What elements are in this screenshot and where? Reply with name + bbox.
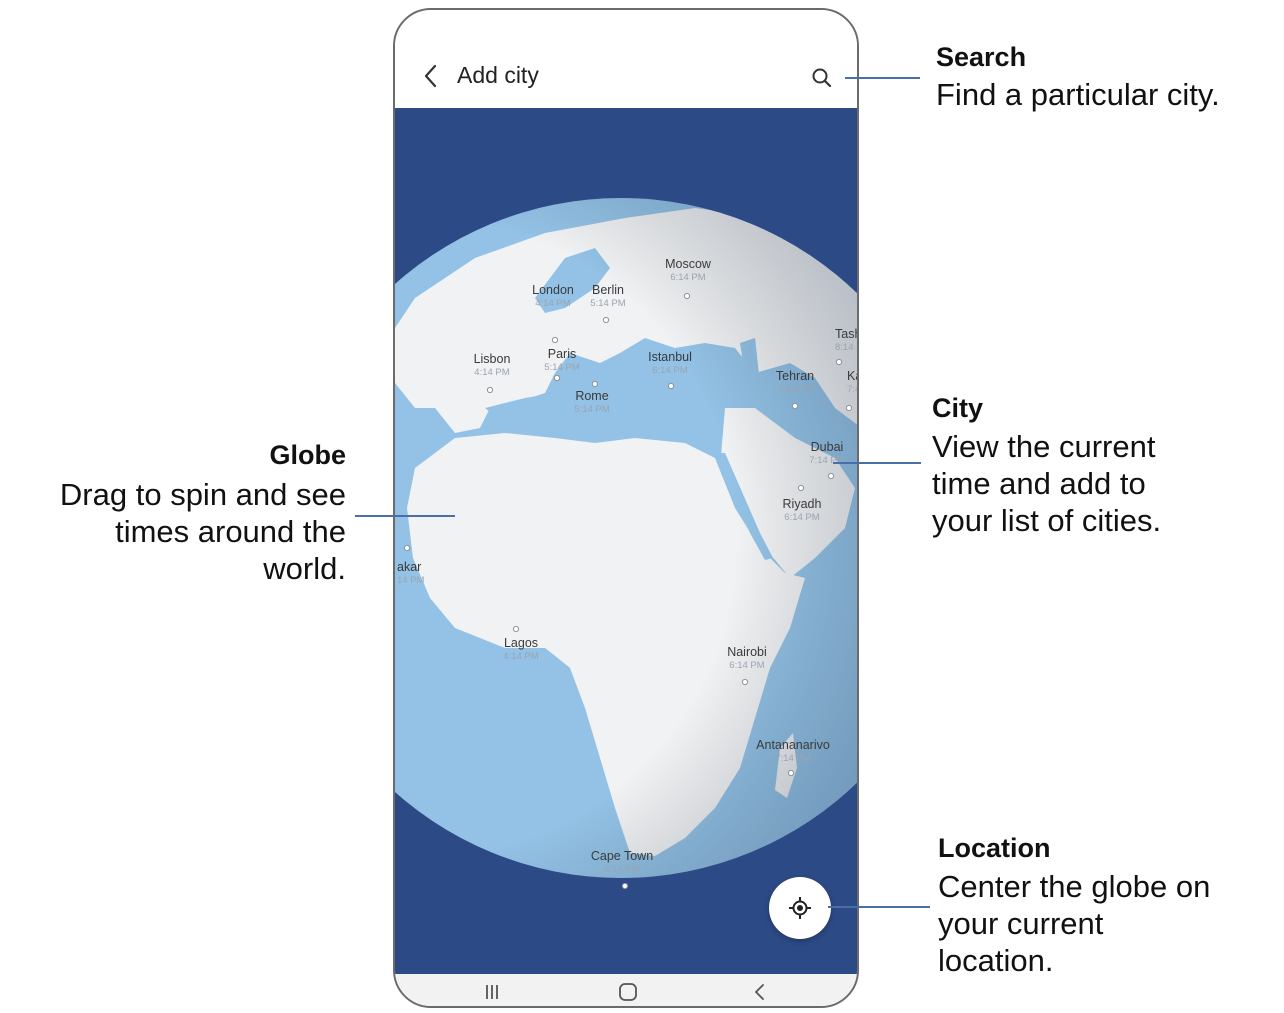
city-name: Tehran — [776, 369, 814, 383]
recents-button[interactable] — [477, 980, 507, 1004]
home-icon — [619, 983, 637, 1001]
globe-leader-line — [355, 515, 455, 517]
city-time: 6:14 PM — [652, 365, 687, 376]
city-time: 6:14 PM — [604, 864, 639, 875]
city-dot[interactable] — [797, 484, 805, 492]
city-time: 5:14 PM — [590, 298, 625, 309]
city-name: Lagos — [504, 636, 538, 650]
location-button[interactable] — [769, 877, 831, 939]
city-dot[interactable] — [403, 544, 411, 552]
page-title: Add city — [457, 62, 539, 88]
search-leader-line — [845, 77, 920, 79]
city-name: Berlin — [592, 283, 624, 297]
city-name: London — [532, 283, 574, 297]
city-callout-line: time and add to — [932, 466, 1146, 501]
city-dot[interactable] — [683, 292, 691, 300]
phone-screen: Add city Moscow 6:14 PM London 4:14 PM B… — [393, 8, 859, 1008]
globe-callout-title: Globe — [269, 440, 346, 470]
location-callout-body: Center the globe on your current locatio… — [938, 868, 1210, 979]
city-dot[interactable] — [602, 316, 610, 324]
city-time: 4:14 PM — [474, 367, 509, 378]
city-name: Cape Town — [591, 849, 653, 863]
navigation-bar — [395, 974, 857, 1006]
search-callout-title: Search — [936, 42, 1027, 72]
chevron-left-icon — [424, 64, 437, 88]
city-dot[interactable] — [551, 336, 559, 344]
city-name: Istanbul — [648, 350, 692, 364]
city-leader-line — [833, 462, 921, 464]
location-callout-line: Center the globe on — [938, 869, 1211, 904]
city-dot[interactable] — [512, 625, 520, 633]
city-dot[interactable] — [486, 386, 494, 394]
city-dot[interactable] — [621, 882, 629, 890]
back-icon — [755, 984, 764, 1000]
city-dot[interactable] — [791, 402, 799, 410]
my-location-icon — [789, 897, 811, 919]
city-dot[interactable] — [827, 472, 835, 480]
city-time: 7:44 PM — [777, 384, 812, 395]
city-dot[interactable] — [553, 374, 561, 382]
globe[interactable]: Moscow6:14 PMLondon4:14 PMBerlin5:14 PMT… — [395, 108, 857, 974]
system-back-button[interactable] — [745, 980, 775, 1004]
city-callout-line: View the current — [932, 429, 1156, 464]
city-dot[interactable] — [591, 380, 599, 388]
city-time: 8:14 PM — [835, 342, 857, 353]
city-dot[interactable] — [787, 769, 795, 777]
city-callout-body: View the current time and add to your li… — [932, 428, 1161, 539]
globe-shading — [395, 198, 857, 878]
globe-callout-body: Drag to spin and see times around the wo… — [60, 476, 346, 587]
city-name: Rome — [575, 389, 608, 403]
home-button[interactable] — [613, 980, 643, 1004]
search-callout-body: Find a particular city. — [936, 77, 1220, 112]
city-time: 7:4 — [847, 384, 857, 395]
app-bar: Add city — [395, 10, 857, 108]
city-dot[interactable] — [845, 404, 853, 412]
city-name: Lisbon — [474, 352, 511, 366]
globe-view[interactable]: Moscow 6:14 PM London 4:14 PM Berlin 5:14 PM T… — [395, 108, 857, 974]
city-time: 6:14 PM — [670, 272, 705, 283]
city-time: 4:14 PM — [535, 298, 570, 309]
city-name: Antananarivo — [756, 738, 830, 752]
city-time: 6:14 PM — [729, 660, 764, 671]
city-callout-line: your list of cities. — [932, 503, 1162, 538]
city-time: 14 PM — [397, 575, 425, 586]
city-name: Nairobi — [727, 645, 767, 659]
city-name: Dubai — [811, 440, 844, 454]
city-dot[interactable] — [835, 358, 843, 366]
globe-callout-line: times around the — [115, 514, 346, 549]
city-name: Riyadh — [783, 497, 822, 511]
recents-icon — [486, 985, 498, 999]
city-time: 5:14 PM — [544, 362, 579, 373]
city-name: Ka — [847, 369, 857, 383]
location-callout-title: Location — [938, 833, 1051, 863]
search-button[interactable] — [810, 66, 834, 90]
city-dot[interactable] — [741, 678, 749, 686]
city-callout-title: City — [932, 393, 984, 423]
city-time: 5:14 PM — [574, 404, 609, 415]
search-icon — [812, 68, 832, 88]
back-button[interactable] — [421, 62, 443, 90]
location-leader-line — [828, 906, 930, 908]
city-dot[interactable] — [667, 382, 675, 390]
city-time: 7:14 PM — [775, 753, 810, 764]
city-time: 6:14 PM — [784, 512, 819, 523]
city-time: 7:14 PM — [809, 455, 844, 466]
location-callout-line: location. — [938, 943, 1054, 978]
city-name: Paris — [548, 347, 576, 361]
city-name: Moscow — [665, 257, 712, 271]
globe-callout-line: world. — [263, 551, 346, 586]
city-time: 4:14 PM — [503, 651, 538, 662]
city-name: Tashkent — [835, 327, 857, 341]
location-callout-line: your current — [938, 906, 1104, 941]
globe-callout-line: Drag to spin and see — [59, 477, 346, 512]
city-name: akar — [397, 560, 421, 574]
